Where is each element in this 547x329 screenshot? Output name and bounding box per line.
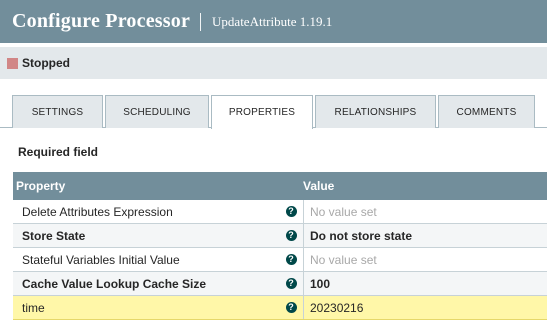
property-value[interactable]: No value set	[303, 200, 547, 223]
property-value[interactable]: Do not store state	[303, 224, 547, 247]
help-icon-wrapper[interactable]: ?	[279, 206, 303, 217]
tab-bar: SETTINGS SCHEDULING PROPERTIES RELATIONS…	[12, 95, 547, 129]
table-row[interactable]: time ? 20230216	[13, 296, 547, 320]
table-row[interactable]: Cache Value Lookup Cache Size ? 100	[13, 272, 547, 296]
table-header: Property Value	[13, 172, 547, 200]
status-label: Stopped	[22, 56, 70, 70]
status-bar: Stopped	[0, 47, 547, 79]
tab-settings[interactable]: SETTINGS	[12, 95, 103, 128]
column-header-property[interactable]: Property	[13, 179, 303, 193]
tab-scheduling[interactable]: SCHEDULING	[105, 95, 209, 128]
property-name: Cache Value Lookup Cache Size	[22, 276, 207, 291]
table-row[interactable]: Delete Attributes Expression ? No value …	[13, 200, 547, 224]
question-circle-icon[interactable]: ?	[285, 206, 297, 217]
property-value[interactable]: 20230216	[303, 296, 547, 319]
required-field-note: Required field	[18, 145, 99, 159]
question-circle-icon[interactable]: ?	[285, 302, 297, 313]
tab-properties[interactable]: PROPERTIES	[211, 95, 313, 129]
stopped-status-icon	[7, 57, 18, 69]
processor-type-label: UpdateAttribute 1.19.1	[212, 13, 333, 29]
help-icon-wrapper[interactable]: ?	[279, 254, 303, 265]
table-row[interactable]: Store State ? Do not store state	[13, 224, 547, 248]
column-header-value[interactable]: Value	[303, 179, 334, 193]
dialog-header: Configure Processor UpdateAttribute 1.19…	[0, 0, 547, 43]
property-name: Delete Attributes Expression	[22, 204, 173, 219]
property-name: Stateful Variables Initial Value	[22, 252, 180, 267]
tab-comments[interactable]: COMMENTS	[438, 95, 535, 128]
dialog-title: Configure Processor	[12, 10, 191, 32]
help-icon-wrapper[interactable]: ?	[279, 302, 303, 313]
help-icon-wrapper[interactable]: ?	[279, 278, 303, 289]
property-name: Store State	[22, 228, 86, 243]
title-divider	[200, 12, 202, 31]
properties-table: Property Value Delete Attributes Express…	[13, 172, 547, 320]
help-icon-wrapper[interactable]: ?	[279, 230, 303, 241]
question-circle-icon[interactable]: ?	[285, 254, 297, 265]
tab-relationships[interactable]: RELATIONSHIPS	[315, 95, 436, 128]
property-value[interactable]: 100	[303, 272, 547, 295]
table-row[interactable]: Stateful Variables Initial Value ? No va…	[13, 248, 547, 272]
property-name: time	[22, 300, 45, 315]
question-circle-icon[interactable]: ?	[285, 230, 297, 241]
question-circle-icon[interactable]: ?	[285, 278, 297, 289]
property-value[interactable]: No value set	[303, 248, 547, 271]
